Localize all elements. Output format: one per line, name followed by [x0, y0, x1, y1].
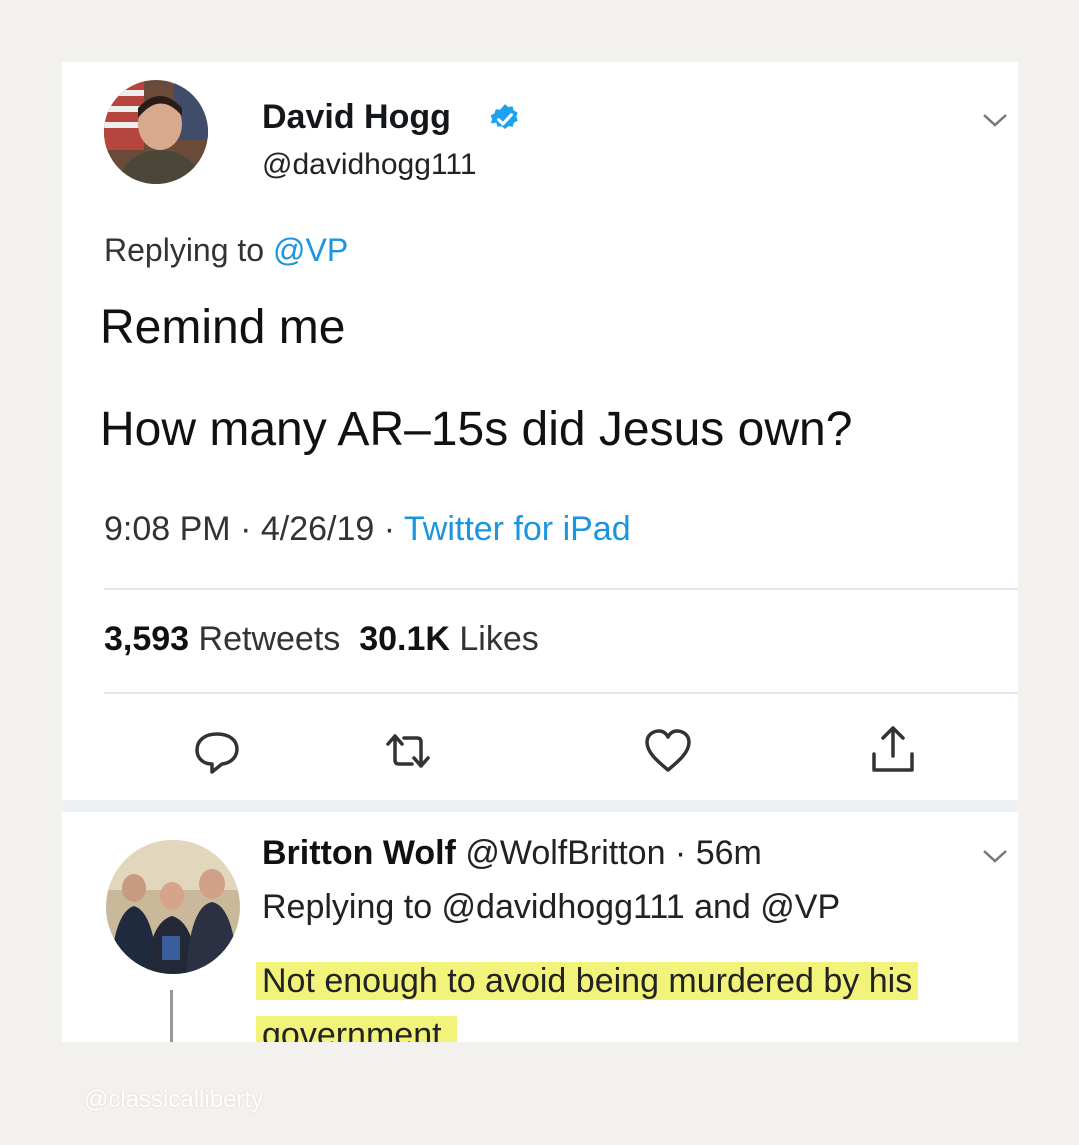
- reply-author-handle-time[interactable]: @WolfBritton · 56m: [456, 834, 762, 872]
- replying-to: Replying to @VP: [104, 232, 348, 269]
- share-icon[interactable]: [868, 724, 918, 776]
- tweet-stats: 3,593 Retweets 30.1K Likes: [104, 620, 539, 659]
- retweets-label: Retweets: [189, 620, 341, 658]
- verified-badge-icon: [490, 104, 518, 130]
- divider: [104, 588, 1018, 590]
- author-handle[interactable]: @davidhogg111: [262, 148, 477, 182]
- reply-author-avatar[interactable]: [106, 840, 240, 974]
- replying-mention[interactable]: @VP: [273, 232, 348, 268]
- tweet-time[interactable]: 9:08 PM · 4/26/19 ·: [104, 510, 404, 548]
- reply-text-highlighted: Not enough to avoid being murdered by hi…: [256, 962, 919, 1042]
- chevron-down-icon[interactable]: [980, 110, 1010, 130]
- likes-stat[interactable]: 30.1K Likes: [359, 620, 539, 658]
- tweet-line-1: Remind me: [100, 301, 346, 354]
- divider: [104, 692, 1018, 694]
- likes-label: Likes: [449, 620, 539, 658]
- tweet-timestamp: 9:08 PM · 4/26/19 · Twitter for iPad: [104, 510, 631, 549]
- thread-line: [170, 990, 173, 1042]
- author-name[interactable]: David Hogg: [262, 98, 451, 137]
- tweet-line-2: How many AR–15s did Jesus own?: [100, 403, 853, 456]
- reply-text: Not enough to avoid being murdered by hi…: [256, 954, 996, 1042]
- replying-prefix: Replying to: [104, 232, 273, 268]
- like-icon[interactable]: [642, 726, 694, 776]
- retweets-count: 3,593: [104, 620, 190, 658]
- tweet-source[interactable]: Twitter for iPad: [404, 510, 631, 548]
- retweets-stat[interactable]: 3,593 Retweets: [104, 620, 340, 658]
- section-divider: [62, 800, 1018, 812]
- reply-icon[interactable]: [192, 726, 242, 776]
- reply-author-name[interactable]: Britton Wolf: [262, 834, 456, 872]
- reply-header: Britton Wolf @WolfBritton · 56m: [262, 834, 762, 873]
- likes-count: 30.1K: [359, 620, 450, 658]
- retweet-icon[interactable]: [380, 726, 436, 776]
- tweet-card: David Hogg @davidhogg111 Replying to @VP…: [62, 62, 1018, 1042]
- reply-replying-to: Replying to @davidhogg111 and @VP: [262, 888, 841, 926]
- watermark: @classicalliberty: [84, 1086, 264, 1113]
- reply-chevron-down-icon[interactable]: [980, 846, 1010, 866]
- author-avatar[interactable]: [104, 80, 208, 184]
